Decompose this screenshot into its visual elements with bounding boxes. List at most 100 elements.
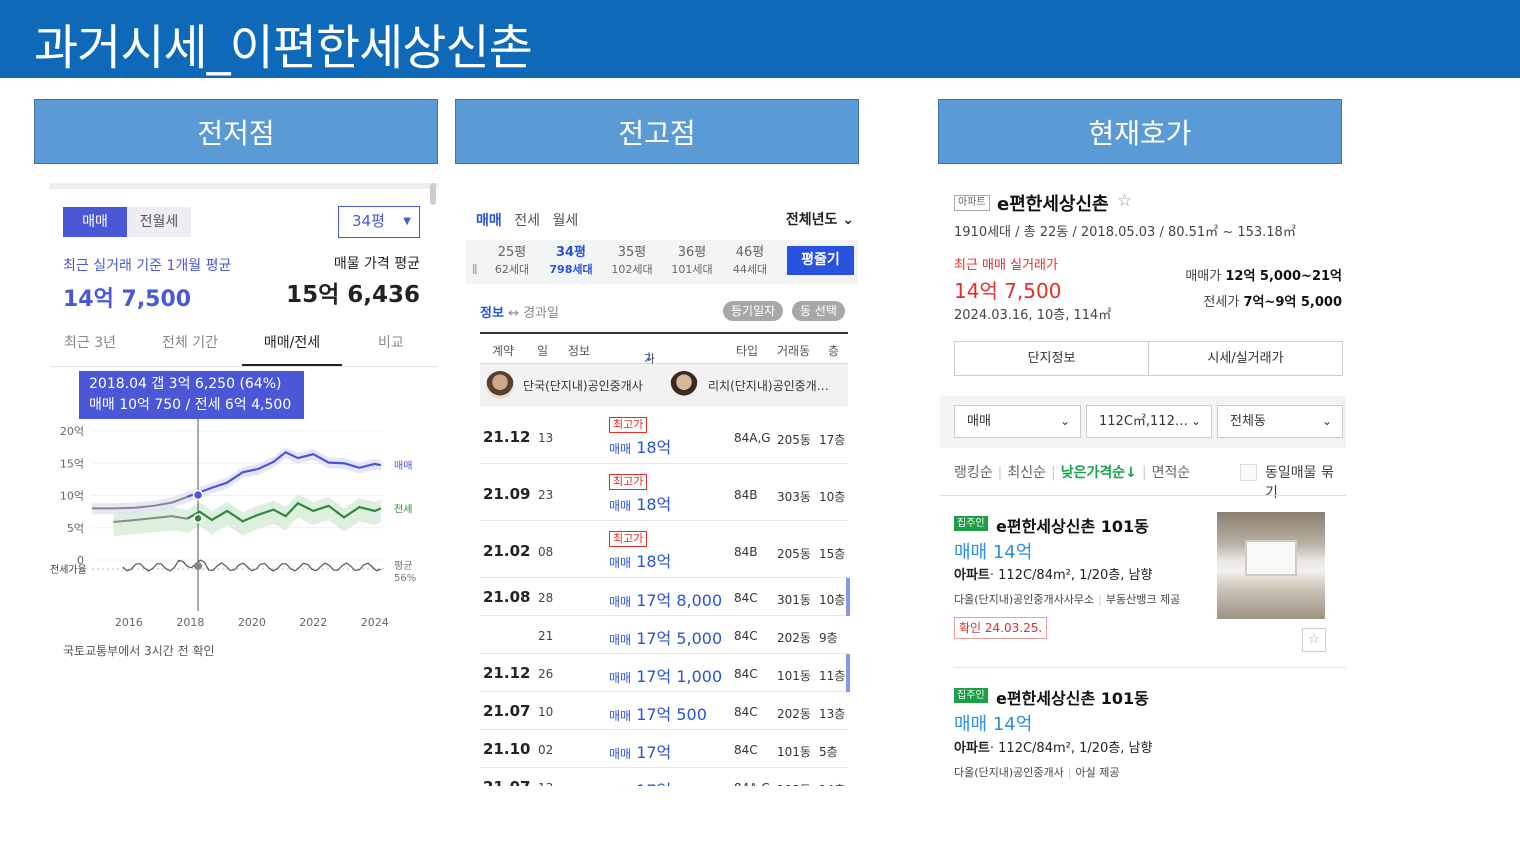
y-tick-label: 10억 bbox=[60, 490, 84, 503]
floor: 15층 bbox=[819, 547, 846, 561]
avatar bbox=[670, 371, 698, 399]
ratio-marker bbox=[194, 562, 203, 570]
group-same-checkbox[interactable] bbox=[1240, 464, 1257, 481]
section-header-low: 전저점 bbox=[34, 99, 438, 164]
listing-spec: 아파트· 112C/84m², 1/20층, 남향 bbox=[954, 568, 1153, 583]
sort-low-price[interactable]: 낮은가격순↓ bbox=[1061, 465, 1137, 481]
deal-type-dropdown[interactable]: 매매 ⌄ bbox=[954, 405, 1081, 438]
favorite-star-icon[interactable]: ☆ bbox=[1302, 628, 1326, 652]
building-dong: 202동 bbox=[777, 631, 811, 645]
floor: 14층 bbox=[819, 781, 845, 786]
building-dong: 303동 bbox=[777, 490, 811, 504]
area-dropdown[interactable]: 112C㎡,112… ⌄ bbox=[1086, 405, 1212, 438]
recent-sale-detail: 2024.03.16, 10층, 114㎡ bbox=[954, 308, 1112, 323]
building-dong: 101동 bbox=[777, 745, 811, 759]
contract-day: 21 bbox=[538, 629, 554, 643]
size-tabs: ǁ 25평 62세대 34평 798세대 35평 102세대 36평 101세대 46평… bbox=[466, 240, 858, 284]
floor: 5층 bbox=[819, 745, 838, 759]
col-info: 정보 bbox=[568, 344, 591, 358]
listing-title[interactable]: e편한세상신촌 101동 bbox=[996, 685, 1149, 709]
owner-badge: 집주인 bbox=[954, 516, 988, 531]
size-tab[interactable]: 35평 102세대 bbox=[604, 244, 660, 278]
floor: 9층 bbox=[819, 631, 838, 645]
sort-ranking[interactable]: 랭킹순 bbox=[954, 465, 993, 481]
info-toggle[interactable]: 정보 ↔ 경과일 bbox=[480, 302, 559, 321]
sort-latest[interactable]: 최신순 bbox=[1007, 465, 1046, 481]
table-row[interactable]: 21.07 10 매매 17억 500 84C 202동 13층 bbox=[480, 692, 848, 730]
agent-name[interactable]: 단국(단지내)공인중개사 bbox=[523, 377, 643, 394]
tab-monthly[interactable]: 월세 bbox=[552, 213, 578, 229]
title-bar: 과거시세_이편한세상신촌 bbox=[0, 0, 1520, 78]
table-row[interactable]: 21.08 28 매매 17억 8,000 84C 301동 10층 bbox=[480, 578, 850, 616]
owner-badge: 집주인 bbox=[954, 688, 988, 703]
star-icon[interactable]: ☆ bbox=[1117, 191, 1132, 211]
table-row[interactable]: 21.02 08 최고가 매매 18억 84B 205동 15층 bbox=[480, 521, 848, 578]
x-tick-label: 2020 bbox=[238, 616, 266, 629]
floor: 10층 bbox=[819, 593, 846, 607]
contract-day: 13 bbox=[538, 781, 553, 786]
contract-month: 21.09 bbox=[483, 485, 531, 503]
jeonse-price-range: 전세가 7억~9억 5,000 bbox=[1203, 295, 1342, 310]
contract-month: 21.12 bbox=[483, 428, 531, 446]
table-row[interactable]: 21.09 23 최고가 매매 18억 84B 303동 10층 bbox=[480, 464, 848, 521]
confirm-date-badge: 확인 24.03.25. bbox=[954, 617, 1048, 639]
building-dong: 101동 bbox=[777, 669, 811, 683]
size-tab[interactable]: 34평 798세대 bbox=[543, 244, 599, 278]
sort-down-icon: ↓ bbox=[644, 350, 655, 364]
unit-type: 84B bbox=[734, 488, 758, 502]
agent-name[interactable]: 리치(단지내)공인중개… bbox=[708, 377, 829, 394]
listings-panel: 아파트 e편한세상신촌 ☆ 1910세대 / 총 22동 / 2018.05.0… bbox=[940, 183, 1346, 783]
tab-rent[interactable]: 전월세 bbox=[127, 207, 191, 237]
size-select-value: 34평 bbox=[352, 212, 385, 230]
pyeong-button[interactable]: 평줄기 bbox=[787, 246, 854, 275]
tab-recent-3y[interactable]: 최근 3년 bbox=[64, 332, 116, 352]
unit-type: 84C bbox=[734, 743, 758, 757]
contract-day: 10 bbox=[538, 705, 554, 719]
sort-area[interactable]: 면적순 bbox=[1152, 465, 1191, 481]
contract-day: 08 bbox=[538, 545, 554, 559]
size-tab[interactable]: 25평 62세대 bbox=[484, 244, 540, 278]
x-tick-label: 2024 bbox=[361, 616, 389, 629]
y-tick-label: 15억 bbox=[60, 457, 84, 470]
tab-jeonse[interactable]: 전세 bbox=[514, 213, 540, 229]
tab-sale-jeonse[interactable]: 매매/전세 bbox=[242, 332, 342, 366]
x-tick-label: 2018 bbox=[176, 616, 204, 629]
sort-options: 랭킹순 | 최신순 | 낮은가격순↓ | 면적순 bbox=[954, 465, 1191, 481]
jeonse-marker bbox=[193, 513, 203, 524]
group-same-label: 동일매물 묶기 bbox=[1265, 465, 1334, 501]
scrollbar[interactable] bbox=[430, 183, 436, 205]
listing-avg-value: 15억 6,436 bbox=[286, 282, 420, 308]
chip-registry-date[interactable]: 등기일자 bbox=[723, 301, 784, 321]
size-select[interactable]: 34평 ▼ bbox=[338, 206, 420, 238]
table-row[interactable]: 21.12 26 매매 17억 1,000 84C 101동 11층 bbox=[480, 654, 850, 692]
avatar bbox=[486, 371, 514, 399]
table-row[interactable]: 21.10 02 매매 17억 84C 101동 5층 bbox=[480, 730, 848, 768]
dong-dropdown[interactable]: 전체동 ⌄ bbox=[1217, 405, 1343, 438]
year-select[interactable]: 전체년도 ⌄ bbox=[786, 209, 854, 229]
table-row[interactable]: 21.07 13 매매 17억 84A,C 103동 14층 bbox=[480, 768, 848, 786]
listing-price: 매매 14억 bbox=[954, 542, 1033, 563]
deal-price: 매매 18억 bbox=[609, 438, 672, 457]
table-row[interactable]: 21 매매 17억 5,000 84C 202동 9층 bbox=[480, 616, 848, 654]
table-header: 계약 일 정보 가격 ↓ 타입 거래동 층 bbox=[480, 332, 848, 383]
deal-price: 매매 17억 1,000 bbox=[609, 667, 723, 686]
tooltip-gap: 2018.04 갭 3억 6,250 (64%) bbox=[89, 376, 282, 392]
chip-dong-select[interactable]: 동 선택 bbox=[792, 301, 845, 321]
table-row[interactable]: 21.12 13 최고가 매매 18억 84A,G 205동 17층 bbox=[480, 407, 848, 464]
deal-price: 매매 17억 8,000 bbox=[609, 591, 723, 610]
price-chart[interactable]: 20억15억10억5억02016 2018 2020 2022 2024매매전세전세가율… bbox=[50, 419, 438, 635]
divider bbox=[940, 495, 1346, 496]
tab-all-period[interactable]: 전체 기간 bbox=[162, 332, 218, 352]
recent-avg-value: 14억 7,500 bbox=[63, 287, 192, 312]
listing-photo[interactable] bbox=[1217, 512, 1325, 619]
unit-type: 84C bbox=[734, 705, 758, 719]
complex-info-button[interactable]: 단지정보 bbox=[954, 341, 1149, 376]
tab-compare[interactable]: 비교 bbox=[378, 332, 404, 352]
price-history-button[interactable]: 시세/실거래가 bbox=[1148, 341, 1343, 376]
tab-sale[interactable]: 매매 bbox=[63, 207, 127, 237]
listing-title[interactable]: e편한세상신촌 101동 bbox=[996, 513, 1149, 537]
size-tab[interactable]: 46평 44세대 bbox=[722, 244, 778, 278]
col-contract: 계약 bbox=[492, 344, 515, 358]
tab-sale[interactable]: 매매 bbox=[476, 213, 502, 229]
size-tab[interactable]: 36평 101세대 bbox=[664, 244, 720, 278]
